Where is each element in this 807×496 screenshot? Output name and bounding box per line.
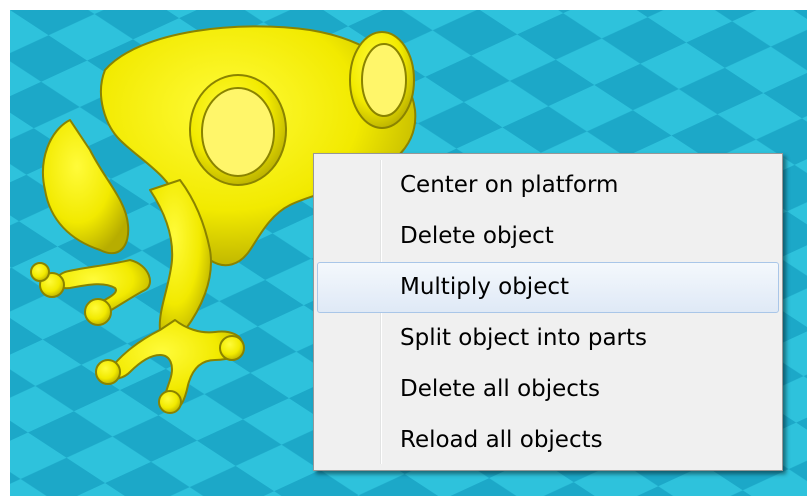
context-menu: Center on platform Delete object Multipl… bbox=[313, 153, 783, 471]
menu-item-label: Split object into parts bbox=[400, 325, 648, 351]
menu-item-label: Delete all objects bbox=[400, 376, 600, 402]
menu-item-label: Multiply object bbox=[400, 274, 570, 300]
menu-item-center-on-platform[interactable]: Center on platform bbox=[317, 160, 779, 211]
menu-item-label: Delete object bbox=[400, 223, 554, 249]
context-menu-list: Center on platform Delete object Multipl… bbox=[314, 160, 782, 466]
menu-item-label: Reload all objects bbox=[400, 427, 603, 453]
application-window: Center on platform Delete object Multipl… bbox=[0, 0, 807, 496]
menu-item-label: Center on platform bbox=[400, 172, 619, 198]
menu-item-delete-object[interactable]: Delete object bbox=[317, 211, 779, 262]
menu-item-multiply-object[interactable]: Multiply object bbox=[317, 262, 779, 313]
menu-item-delete-all-objects[interactable]: Delete all objects bbox=[317, 364, 779, 415]
menu-item-split-object-into-parts[interactable]: Split object into parts bbox=[317, 313, 779, 364]
menu-item-reload-all-objects[interactable]: Reload all objects bbox=[317, 415, 779, 466]
